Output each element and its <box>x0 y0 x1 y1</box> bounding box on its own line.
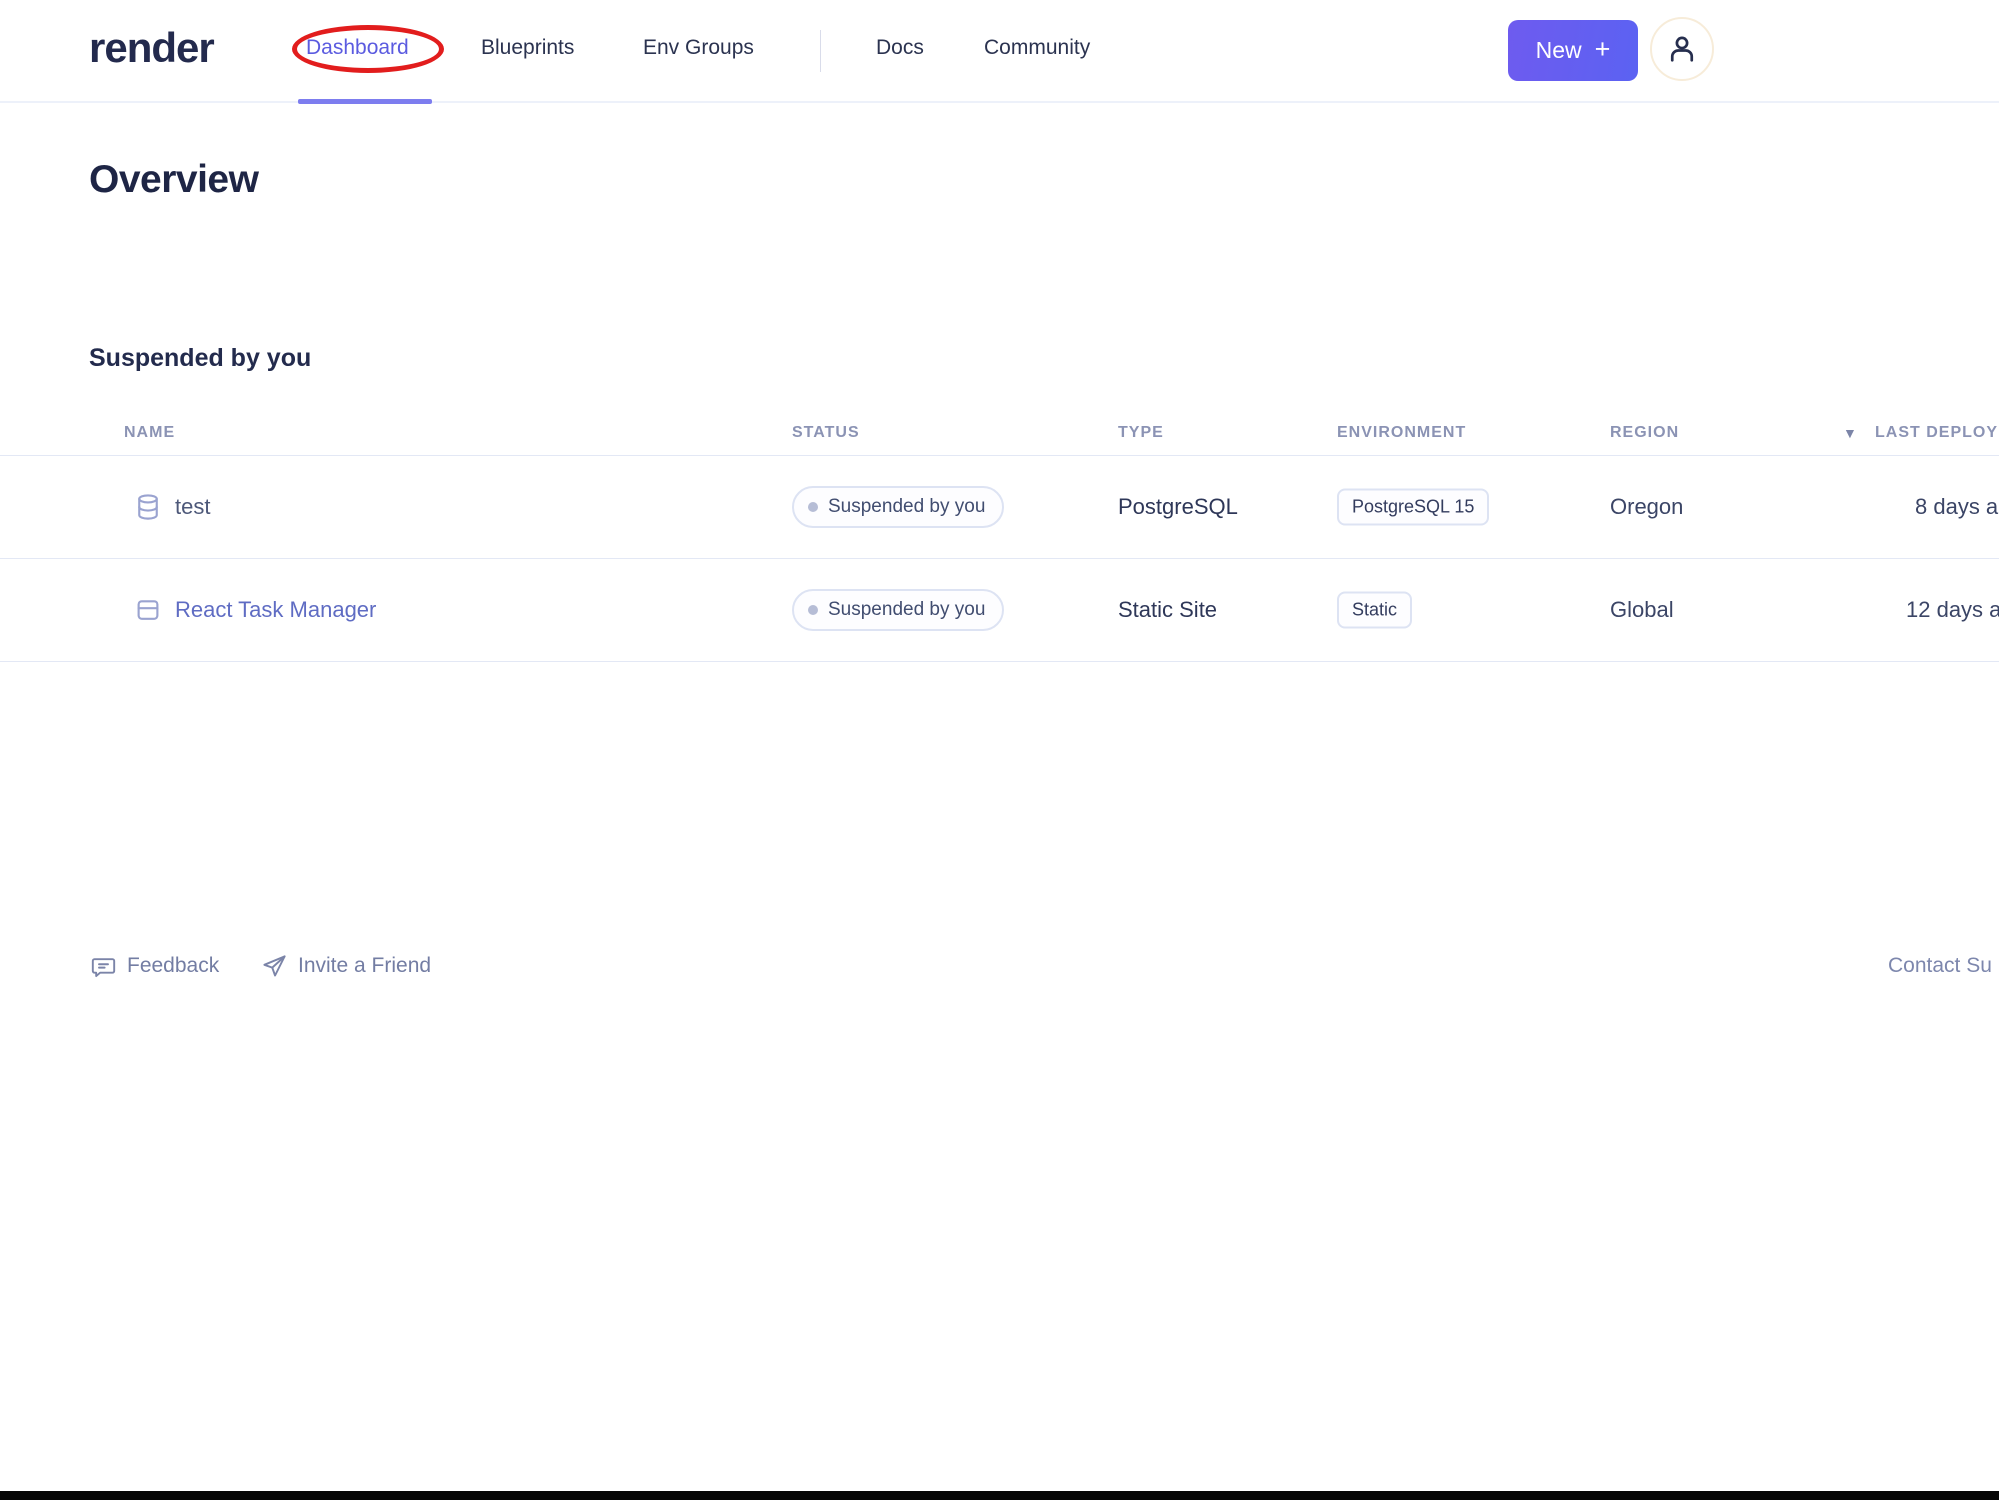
contact-support-link[interactable]: Contact Su <box>1888 946 1992 986</box>
paper-plane-icon <box>261 953 288 980</box>
bottom-window-edge <box>0 1491 1999 1500</box>
table-header-row: NAME STATUS TYPE ENVIRONMENT REGION ▼ LA… <box>0 418 1999 456</box>
top-navigation-bar: render Dashboard Blueprints Env Groups D… <box>0 0 1999 104</box>
render-logo[interactable]: render <box>89 24 215 72</box>
plus-icon: + <box>1594 34 1611 64</box>
type-cell: Static Site <box>1118 597 1218 622</box>
sort-descending-icon[interactable]: ▼ <box>1843 425 1857 441</box>
nav-item-community[interactable]: Community <box>984 36 1090 60</box>
service-name-link[interactable]: test <box>175 494 210 520</box>
column-header-type[interactable]: TYPE <box>1118 424 1164 442</box>
status-badge-label: Suspended by you <box>828 599 986 620</box>
type-cell: PostgreSQL <box>1118 494 1238 519</box>
nav-item-dashboard[interactable]: Dashboard <box>306 36 409 60</box>
render-dashboard-page: render Dashboard Blueprints Env Groups D… <box>0 0 1999 1500</box>
nav-divider <box>820 30 821 72</box>
environment-cell: Static <box>1337 591 1413 629</box>
status-badge: Suspended by you <box>792 486 1005 528</box>
column-header-status[interactable]: STATUS <box>792 424 860 442</box>
table-row-react-task-manager[interactable]: React Task Manager Suspended by you Stat… <box>0 559 1999 662</box>
region-cell: Global <box>1610 597 1674 622</box>
page-title: Overview <box>89 158 259 201</box>
new-button-label: New <box>1535 37 1582 63</box>
status-badge: Suspended by you <box>792 589 1005 631</box>
column-header-environment[interactable]: ENVIRONMENT <box>1337 424 1466 442</box>
section-title-suspended: Suspended by you <box>89 344 312 372</box>
feedback-bubble-icon <box>90 953 117 980</box>
invite-a-friend-link[interactable]: Invite a Friend <box>261 946 431 986</box>
nav-item-docs[interactable]: Docs <box>876 36 924 60</box>
environment-badge: PostgreSQL 15 <box>1337 488 1490 526</box>
feedback-label: Feedback <box>127 954 220 977</box>
region-cell: Oregon <box>1610 494 1684 519</box>
nav-item-blueprints[interactable]: Blueprints <box>481 36 574 60</box>
active-tab-underline <box>298 99 432 104</box>
nav-item-env-groups[interactable]: Env Groups <box>643 36 754 60</box>
static-site-icon <box>133 595 163 625</box>
new-button[interactable]: New + <box>1508 20 1638 81</box>
database-icon <box>133 492 163 522</box>
service-name-link[interactable]: React Task Manager <box>175 597 376 623</box>
environment-badge: Static <box>1337 591 1413 629</box>
status-dot-icon <box>808 502 818 512</box>
status-cell: Suspended by you <box>792 486 1005 528</box>
account-avatar-button[interactable] <box>1650 17 1714 81</box>
last-deploy-cell: 8 days a <box>1915 494 1999 519</box>
column-header-last-deploy[interactable]: LAST DEPLOY <box>1875 424 1998 442</box>
contact-support-label: Contact Su <box>1888 954 1992 977</box>
feedback-link[interactable]: Feedback <box>90 946 219 986</box>
environment-cell: PostgreSQL 15 <box>1337 488 1490 526</box>
column-header-name[interactable]: NAME <box>124 424 175 442</box>
person-icon <box>1664 31 1700 67</box>
last-deploy-cell: 12 days a <box>1906 597 1999 622</box>
column-header-region[interactable]: REGION <box>1610 424 1679 442</box>
status-dot-icon <box>808 605 818 615</box>
status-badge-label: Suspended by you <box>828 496 986 517</box>
invite-label: Invite a Friend <box>298 954 432 977</box>
table-row-test[interactable]: test Suspended by you PostgreSQL Postgre… <box>0 456 1999 559</box>
services-table: NAME STATUS TYPE ENVIRONMENT REGION ▼ LA… <box>0 418 1999 662</box>
status-cell: Suspended by you <box>792 589 1005 631</box>
